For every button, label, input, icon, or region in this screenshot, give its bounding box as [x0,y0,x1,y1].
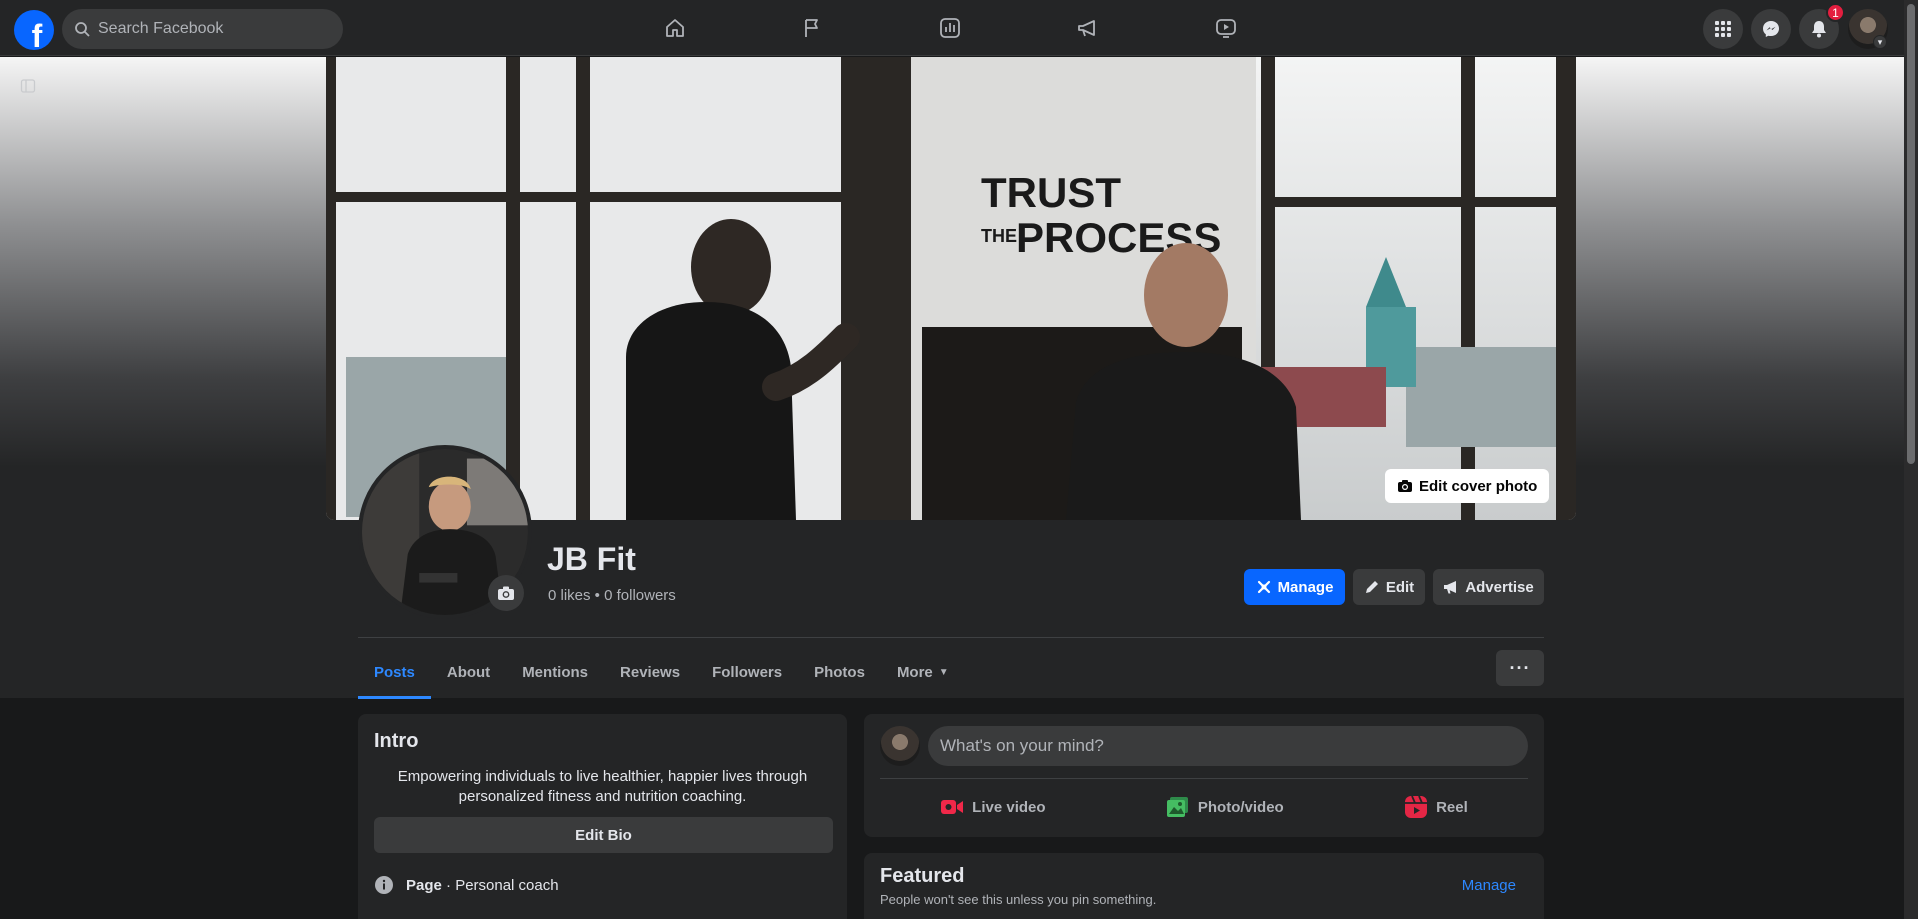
featured-title: Featured [880,865,965,887]
page-category-label: Page [406,876,442,894]
intro-bio: Empowering individuals to live healthier… [397,768,808,805]
photo-video-label: Photo/video [1197,798,1284,816]
page-category-row: Page · Personal coach [374,875,831,895]
tab-mentions[interactable]: Mentions [506,647,604,697]
intro-title: Intro [374,730,419,752]
svg-text:TRUST: TRUST [981,169,1121,216]
tab-more-label: More [896,663,933,681]
menu-button[interactable] [1703,9,1743,49]
megaphone-icon [1078,20,1095,37]
page-stats: 0 likes • 0 followers [548,587,676,604]
search-input[interactable] [98,20,328,38]
sidebar-toggle[interactable] [17,75,39,97]
intro-card: Intro Empowering individuals to live hea… [358,714,847,919]
manage-button[interactable]: Manage [1244,569,1345,605]
avatar[interactable] [880,726,920,766]
ads-nav[interactable] [1032,8,1144,48]
manage-label: Manage [1277,578,1334,596]
search-icon [75,22,90,37]
notification-badge: 1 [1826,3,1845,22]
edit-label: Edit [1385,578,1415,596]
camera-icon [1398,480,1412,492]
megaphone-icon [1444,581,1457,594]
camera-icon [498,586,514,600]
home-icon [666,19,684,37]
grid-menu-icon [1715,21,1731,37]
featured-manage-link[interactable]: Manage [1462,877,1516,894]
page-title: JB Fit [547,541,636,577]
composer-actions: Live video Photo/video Reel [880,787,1528,827]
tab-photos[interactable]: Photos [798,647,881,697]
photo-icon [1166,797,1188,817]
cover-photo-image: TRUST THE PROCESS [326,57,1576,520]
home-nav[interactable] [619,8,731,48]
tab-more[interactable]: More ▼ [881,647,965,697]
info-icon [375,876,393,894]
tab-posts[interactable]: Posts [358,647,431,699]
video-icon [1216,19,1236,38]
tab-reviews[interactable]: Reviews [604,647,696,697]
update-profile-picture-button[interactable] [488,575,524,611]
edit-cover-label: Edit cover photo [1419,477,1538,495]
reel-label: Reel [1436,798,1468,816]
live-video-icon [941,800,964,814]
page-category-text: Page · Personal coach [406,877,559,894]
reel-icon [1405,795,1428,818]
top-navigation-bar: f 1 ▾ [0,0,1904,56]
page-category-value: · Personal coach [441,876,559,894]
profile-tabs: Posts About Mentions Reviews Followers P… [358,647,965,699]
tab-followers[interactable]: Followers [696,647,798,697]
more-options-button[interactable]: ··· [1496,650,1544,686]
featured-subtitle: People won't see this unless you pin som… [880,892,1157,907]
panel-icon [20,79,36,93]
flag-icon [805,19,818,37]
scrollbar-thumb[interactable] [1907,4,1915,464]
messenger-icon [1763,21,1779,37]
photo-video-button[interactable]: Photo/video [1146,787,1304,827]
pencil-icon [1365,581,1378,593]
advertise-button[interactable]: Advertise [1433,569,1544,605]
edit-bio-button[interactable]: Edit Bio [374,817,833,853]
svg-text:THE: THE [981,226,1017,246]
insights-icon [940,18,960,38]
notifications-button[interactable]: 1 [1799,3,1845,49]
messenger-button[interactable] [1751,9,1791,49]
facebook-logo[interactable]: f [14,10,54,50]
composer-top-row: What's on your mind? [880,726,1528,779]
search-box[interactable] [62,9,343,49]
chevron-down-icon[interactable]: ▾ [1873,35,1887,49]
tools-icon [1257,580,1270,594]
pages-nav[interactable] [756,8,868,48]
insights-nav[interactable] [894,8,1006,48]
edit-button[interactable]: Edit [1353,569,1425,605]
featured-card: Featured People won't see this unless yo… [864,853,1544,919]
post-composer: What's on your mind? Live video Photo/vi… [864,714,1544,837]
caret-down-icon: ▼ [938,666,949,678]
advertise-label: Advertise [1465,578,1534,596]
header-divider [358,637,1544,638]
composer-input[interactable]: What's on your mind? [928,726,1528,766]
live-video-label: Live video [972,798,1046,816]
cover-photo: TRUST THE PROCESS [326,57,1576,520]
tab-about[interactable]: About [431,647,506,697]
live-video-button[interactable]: Live video [920,787,1065,827]
video-nav[interactable] [1170,8,1282,48]
bell-icon [1812,21,1826,38]
reel-button[interactable]: Reel [1384,787,1488,827]
edit-cover-photo-button[interactable]: Edit cover photo [1385,469,1550,503]
